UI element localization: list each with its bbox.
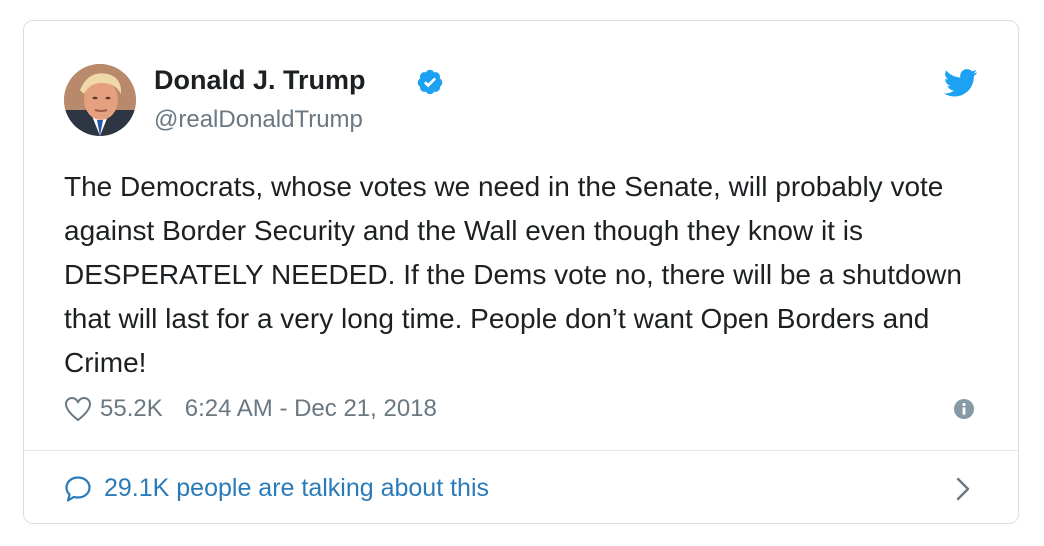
info-icon[interactable] [953,398,975,420]
like-count[interactable]: 55.2K [100,395,163,423]
avatar[interactable] [64,64,136,136]
heart-icon[interactable] [64,396,92,422]
twitter-bird-icon[interactable] [944,69,978,97]
tweet-text: The Democrats, whose votes we need in th… [64,171,962,378]
talking-count-label[interactable]: 29.1K people are talking about this [104,472,489,504]
tweet-meta: 55.2K 6:24 AM - Dec 21, 2018 [64,393,437,425]
chevron-right-icon[interactable] [954,475,972,503]
author-display-name[interactable]: Donald J. Trump [154,63,366,97]
tweet-timestamp[interactable]: 6:24 AM - Dec 21, 2018 [185,395,437,423]
conversation-link[interactable]: 29.1K people are talking about this [24,451,1018,523]
verified-badge-icon [417,69,443,95]
embedded-tweet-card: Donald J. Trump @realDonaldTrump The Dem… [23,20,1019,524]
author-handle[interactable]: @realDonaldTrump [154,105,363,135]
speech-bubble-icon [65,476,91,502]
